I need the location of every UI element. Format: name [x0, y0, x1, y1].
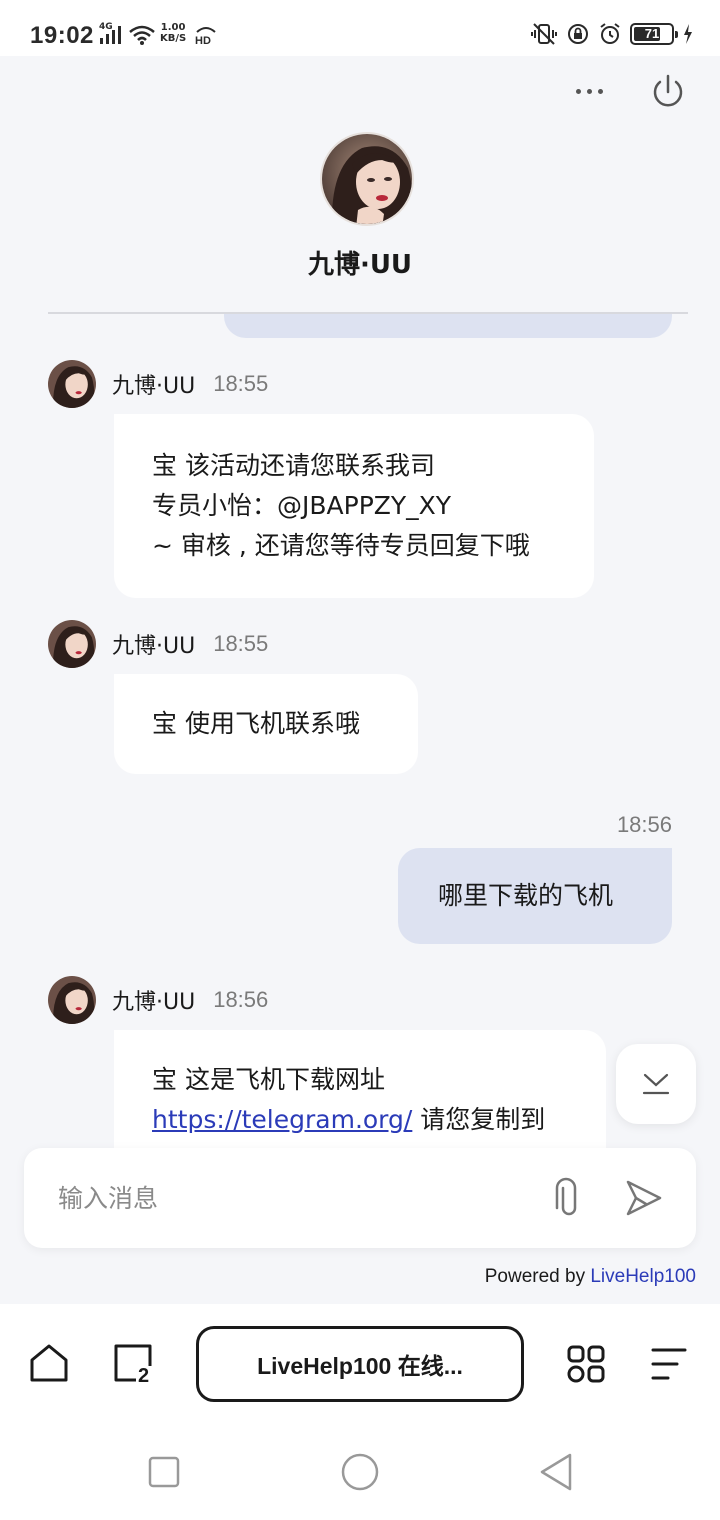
agent-name-title: 九博·UU: [307, 250, 413, 280]
menu-icon[interactable]: [650, 1346, 688, 1382]
agent-avatar: [320, 132, 414, 226]
browser-tab-title[interactable]: LiveHelp100 在线...: [196, 1326, 524, 1402]
sender-name: 九博·UU: [112, 634, 196, 659]
scroll-to-bottom-button[interactable]: [616, 1044, 696, 1124]
home-nav-icon[interactable]: [340, 1452, 380, 1492]
alarm-icon: [600, 23, 620, 44]
lock-rotation-icon: [568, 24, 588, 44]
status-time: 19:02: [30, 22, 94, 49]
apps-grid-icon[interactable]: [566, 1344, 606, 1384]
paperclip-icon[interactable]: [546, 1176, 586, 1220]
sender-name: 九博·UU: [112, 374, 196, 399]
message-line: 宝 使用飞机联系哦: [152, 709, 360, 738]
vibrate-icon: [531, 23, 557, 45]
incoming-message-bubble: 宝 该活动还请您联系我司 专员小怡：@JBAPPZY_XY ~ 审核 , 还请您…: [114, 414, 594, 598]
charging-icon: [684, 24, 692, 44]
status-bar: 19:02 4G 1.00 KB/S HD 71: [0, 0, 720, 56]
powered-prefix: Powered by: [484, 1266, 591, 1287]
message-header: 九博·UU 18:56: [48, 976, 268, 1024]
status-right: 71: [530, 22, 694, 46]
wifi-icon: [129, 25, 155, 45]
incoming-message-bubble: 宝 使用飞机联系哦: [114, 674, 418, 774]
speed-unit: KB/S: [160, 33, 187, 44]
previous-outgoing-bubble: [224, 314, 672, 338]
message-time: 18:55: [213, 631, 269, 656]
outgoing-message-bubble: 哪里下载的飞机: [398, 848, 672, 944]
agent-avatar-small: [48, 620, 96, 668]
hd-icon: HD: [195, 27, 216, 46]
home-icon[interactable]: [28, 1342, 70, 1384]
message-line: https://telegram.org/ 请您复制到: [152, 1100, 568, 1140]
agent-avatar-small: [48, 360, 96, 408]
battery-icon: 71: [630, 23, 678, 45]
message-header: 九博·UU 18:55: [48, 360, 268, 408]
incoming-message-bubble: 宝 这是飞机下载网址 https://telegram.org/ 请您复制到: [114, 1030, 606, 1148]
power-icon[interactable]: [648, 72, 688, 112]
recent-apps-icon[interactable]: [148, 1456, 180, 1488]
send-icon[interactable]: [622, 1176, 666, 1220]
tabs-icon[interactable]: 2: [112, 1342, 154, 1384]
signal-icon: [100, 26, 121, 44]
powered-by: Powered by LiveHelp100: [485, 1266, 696, 1288]
message-input[interactable]: [58, 1178, 518, 1218]
message-clip-area: 宝 这是飞机下载网址 https://telegram.org/ 请您复制到: [0, 1030, 720, 1148]
telegram-link[interactable]: https://telegram.org/: [152, 1105, 412, 1134]
battery-level: 71: [644, 26, 660, 41]
network-speed: 1.00 KB/S: [160, 22, 186, 44]
powered-brand-link[interactable]: LiveHelp100: [590, 1266, 696, 1287]
message-line: 宝 该活动还请您联系我司: [152, 451, 435, 480]
message-line: 宝 这是飞机下载网址: [152, 1065, 385, 1094]
agent-avatar-small: [48, 976, 96, 1024]
message-time: 18:56: [213, 987, 269, 1012]
message-time: 18:55: [213, 371, 269, 396]
more-icon-dot: [597, 88, 603, 94]
avatar-image: [322, 134, 412, 224]
speed-value: 1.00: [160, 22, 186, 33]
more-icon-dot: [575, 88, 581, 94]
message-time: 18:56: [616, 812, 672, 837]
message-header: 九博·UU 18:55: [48, 620, 268, 668]
hd-label: HD: [195, 35, 211, 46]
back-nav-icon[interactable]: [538, 1452, 574, 1492]
message-line: 哪里下载的飞机: [438, 881, 614, 910]
more-options-button[interactable]: [568, 72, 610, 110]
message-line: ~ 审核 , 还请您等待专员回复下哦: [152, 531, 530, 560]
message-composer: [24, 1148, 696, 1248]
message-line-tail: 请您复制到: [412, 1105, 546, 1134]
sender-name: 九博·UU: [112, 990, 196, 1015]
message-line: 专员小怡：@JBAPPZY_XY: [152, 491, 452, 520]
scroll-down-icon: [642, 1073, 670, 1095]
tab-count: 2: [138, 1365, 149, 1384]
more-icon-dot: [586, 88, 592, 94]
